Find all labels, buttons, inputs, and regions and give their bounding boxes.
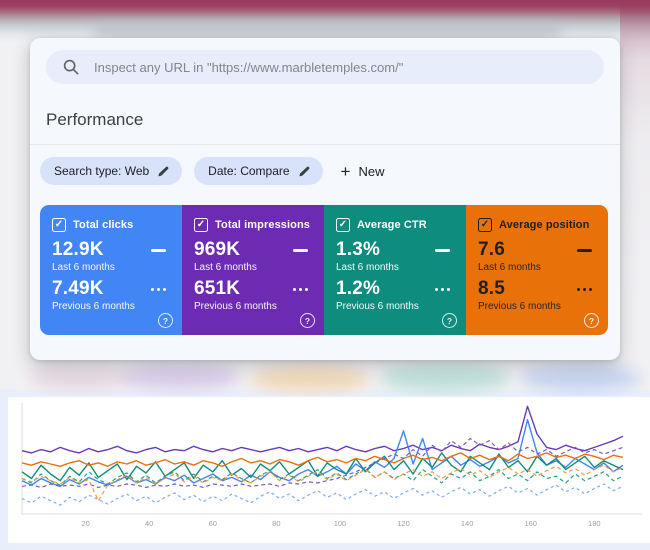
metric-current-caption: Last 6 months [52,262,172,273]
filter-chip-label: Search type: Web [54,164,149,178]
metric-card-average-position[interactable]: ✓ Average position 7.6 Last 6 months 8.5… [466,205,608,335]
svg-text:100: 100 [334,519,347,528]
dashed-line-legend-icon [435,288,451,292]
metric-current-value: 12.9K [52,240,104,261]
metric-card-total-clicks[interactable]: ✓ Total clicks 12.9K Last 6 months 7.49K… [40,205,182,335]
metric-previous-caption: Previous 6 months [194,301,314,312]
performance-line-chart[interactable]: 20 40 60 80 100 120 140 160 180 [8,397,650,543]
url-inspect-row [30,38,620,94]
new-filter-button[interactable]: + New [341,163,385,180]
pencil-icon[interactable] [157,165,170,178]
checkbox-icon[interactable]: ✓ [478,218,492,232]
dashed-line-legend-icon [151,288,167,292]
svg-text:40: 40 [145,519,153,528]
search-icon [62,58,80,76]
filter-chip-label: Date: Compare [208,164,289,178]
help-icon[interactable]: ? [584,313,599,328]
help-icon[interactable]: ? [158,313,173,328]
metric-cards-row: ✓ Total clicks 12.9K Last 6 months 7.49K… [40,205,608,335]
svg-text:60: 60 [209,519,217,528]
url-inspect-bar[interactable] [46,50,604,84]
plus-icon: + [341,163,351,180]
metric-label: Total impressions [215,219,310,231]
metric-previous-value: 1.2% [336,279,380,300]
help-icon[interactable]: ? [300,313,315,328]
metric-label: Average position [499,219,589,231]
dashed-line-legend-icon [577,288,593,292]
metric-card-total-impressions[interactable]: ✓ Total impressions 969K Last 6 months 6… [182,205,324,335]
svg-text:20: 20 [81,519,89,528]
search-console-card: Performance Search type: Web Date: Compa… [30,38,620,360]
metric-previous-caption: Previous 6 months [52,301,172,312]
metric-current-value: 7.6 [478,240,505,261]
blurred-backdrop-smudge [95,24,560,37]
metric-previous-value: 7.49K [52,279,104,300]
svg-text:180: 180 [588,519,601,528]
screenshot-stage: Performance Search type: Web Date: Compa… [0,0,650,550]
solid-line-legend-icon [151,249,166,253]
performance-chart-panel: 20 40 60 80 100 120 140 160 180 [8,397,650,543]
metric-label: Average CTR [357,219,427,231]
checkbox-icon[interactable]: ✓ [336,218,350,232]
solid-line-legend-icon [435,249,450,253]
metric-current-caption: Last 6 months [478,262,598,273]
url-inspect-input[interactable] [92,59,588,76]
dashed-line-legend-icon [293,288,309,292]
svg-text:120: 120 [397,519,410,528]
filter-chip-date[interactable]: Date: Compare [194,157,322,185]
checkbox-icon[interactable]: ✓ [52,218,66,232]
metric-previous-value: 651K [194,279,240,300]
metric-current-value: 969K [194,240,240,261]
metric-previous-caption: Previous 6 months [478,301,598,312]
solid-line-legend-icon [293,249,308,253]
metric-current-caption: Last 6 months [336,262,456,273]
metric-current-value: 1.3% [336,240,380,261]
filter-chips-row: Search type: Web Date: Compare + New [30,145,620,185]
metric-label: Total clicks [73,219,133,231]
solid-line-legend-icon [577,249,592,253]
checkbox-icon[interactable]: ✓ [194,218,208,232]
blurred-chart-band [0,356,650,396]
metric-previous-value: 8.5 [478,279,505,300]
svg-text:140: 140 [461,519,474,528]
page-title: Performance [46,110,620,130]
metric-previous-caption: Previous 6 months [336,301,456,312]
pencil-icon[interactable] [298,165,311,178]
help-icon[interactable]: ? [442,313,457,328]
svg-text:160: 160 [524,519,537,528]
filter-chip-search-type[interactable]: Search type: Web [40,157,182,185]
metric-current-caption: Last 6 months [194,262,314,273]
svg-text:80: 80 [272,519,280,528]
metric-card-average-ctr[interactable]: ✓ Average CTR 1.3% Last 6 months 1.2% Pr… [324,205,466,335]
